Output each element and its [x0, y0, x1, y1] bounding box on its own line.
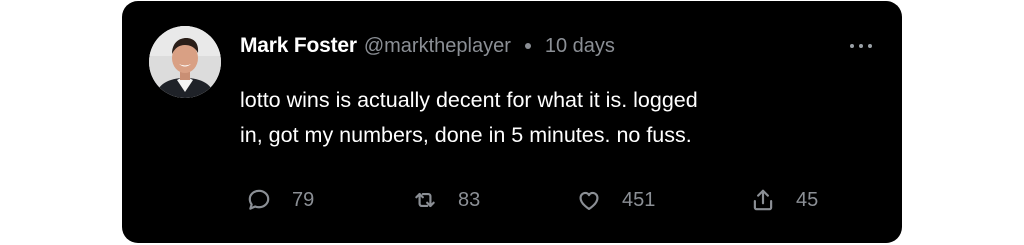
tweet-text: lotto wins is actually decent for what i… [240, 83, 840, 153]
avatar-photo [149, 26, 221, 98]
separator-dot [524, 43, 531, 49]
avatar[interactable] [149, 26, 221, 98]
share-upload-icon [753, 189, 773, 211]
like-button[interactable]: 451 [576, 185, 655, 215]
timestamp[interactable]: 10 days [545, 35, 615, 58]
tweet-card[interactable]: Mark Foster @marktheplayer 10 days lotto… [122, 1, 902, 243]
share-count: 45 [796, 188, 819, 211]
retweet-icon [415, 192, 435, 208]
retweet-count: 83 [458, 188, 481, 211]
tweet-text-line: lotto wins is actually decent for what i… [240, 88, 698, 112]
reply-bubble-icon [248, 189, 270, 210]
heart-icon [579, 191, 599, 210]
tweet-text-line: in, got my numbers, done in 5 minutes. n… [240, 123, 692, 147]
tweet-actions: 79 83 451 45 [122, 185, 902, 215]
retweet-button[interactable]: 83 [412, 185, 480, 215]
tweet-header: Mark Foster @marktheplayer 10 days [240, 31, 615, 61]
reply-count: 79 [292, 188, 315, 211]
reply-button[interactable]: 79 [246, 185, 314, 215]
author-name[interactable]: Mark Foster [240, 34, 357, 58]
author-handle[interactable]: @marktheplayer [364, 35, 511, 58]
more-horizontal-icon[interactable] [850, 36, 872, 56]
share-button[interactable]: 45 [750, 185, 818, 215]
like-count: 451 [622, 188, 656, 211]
